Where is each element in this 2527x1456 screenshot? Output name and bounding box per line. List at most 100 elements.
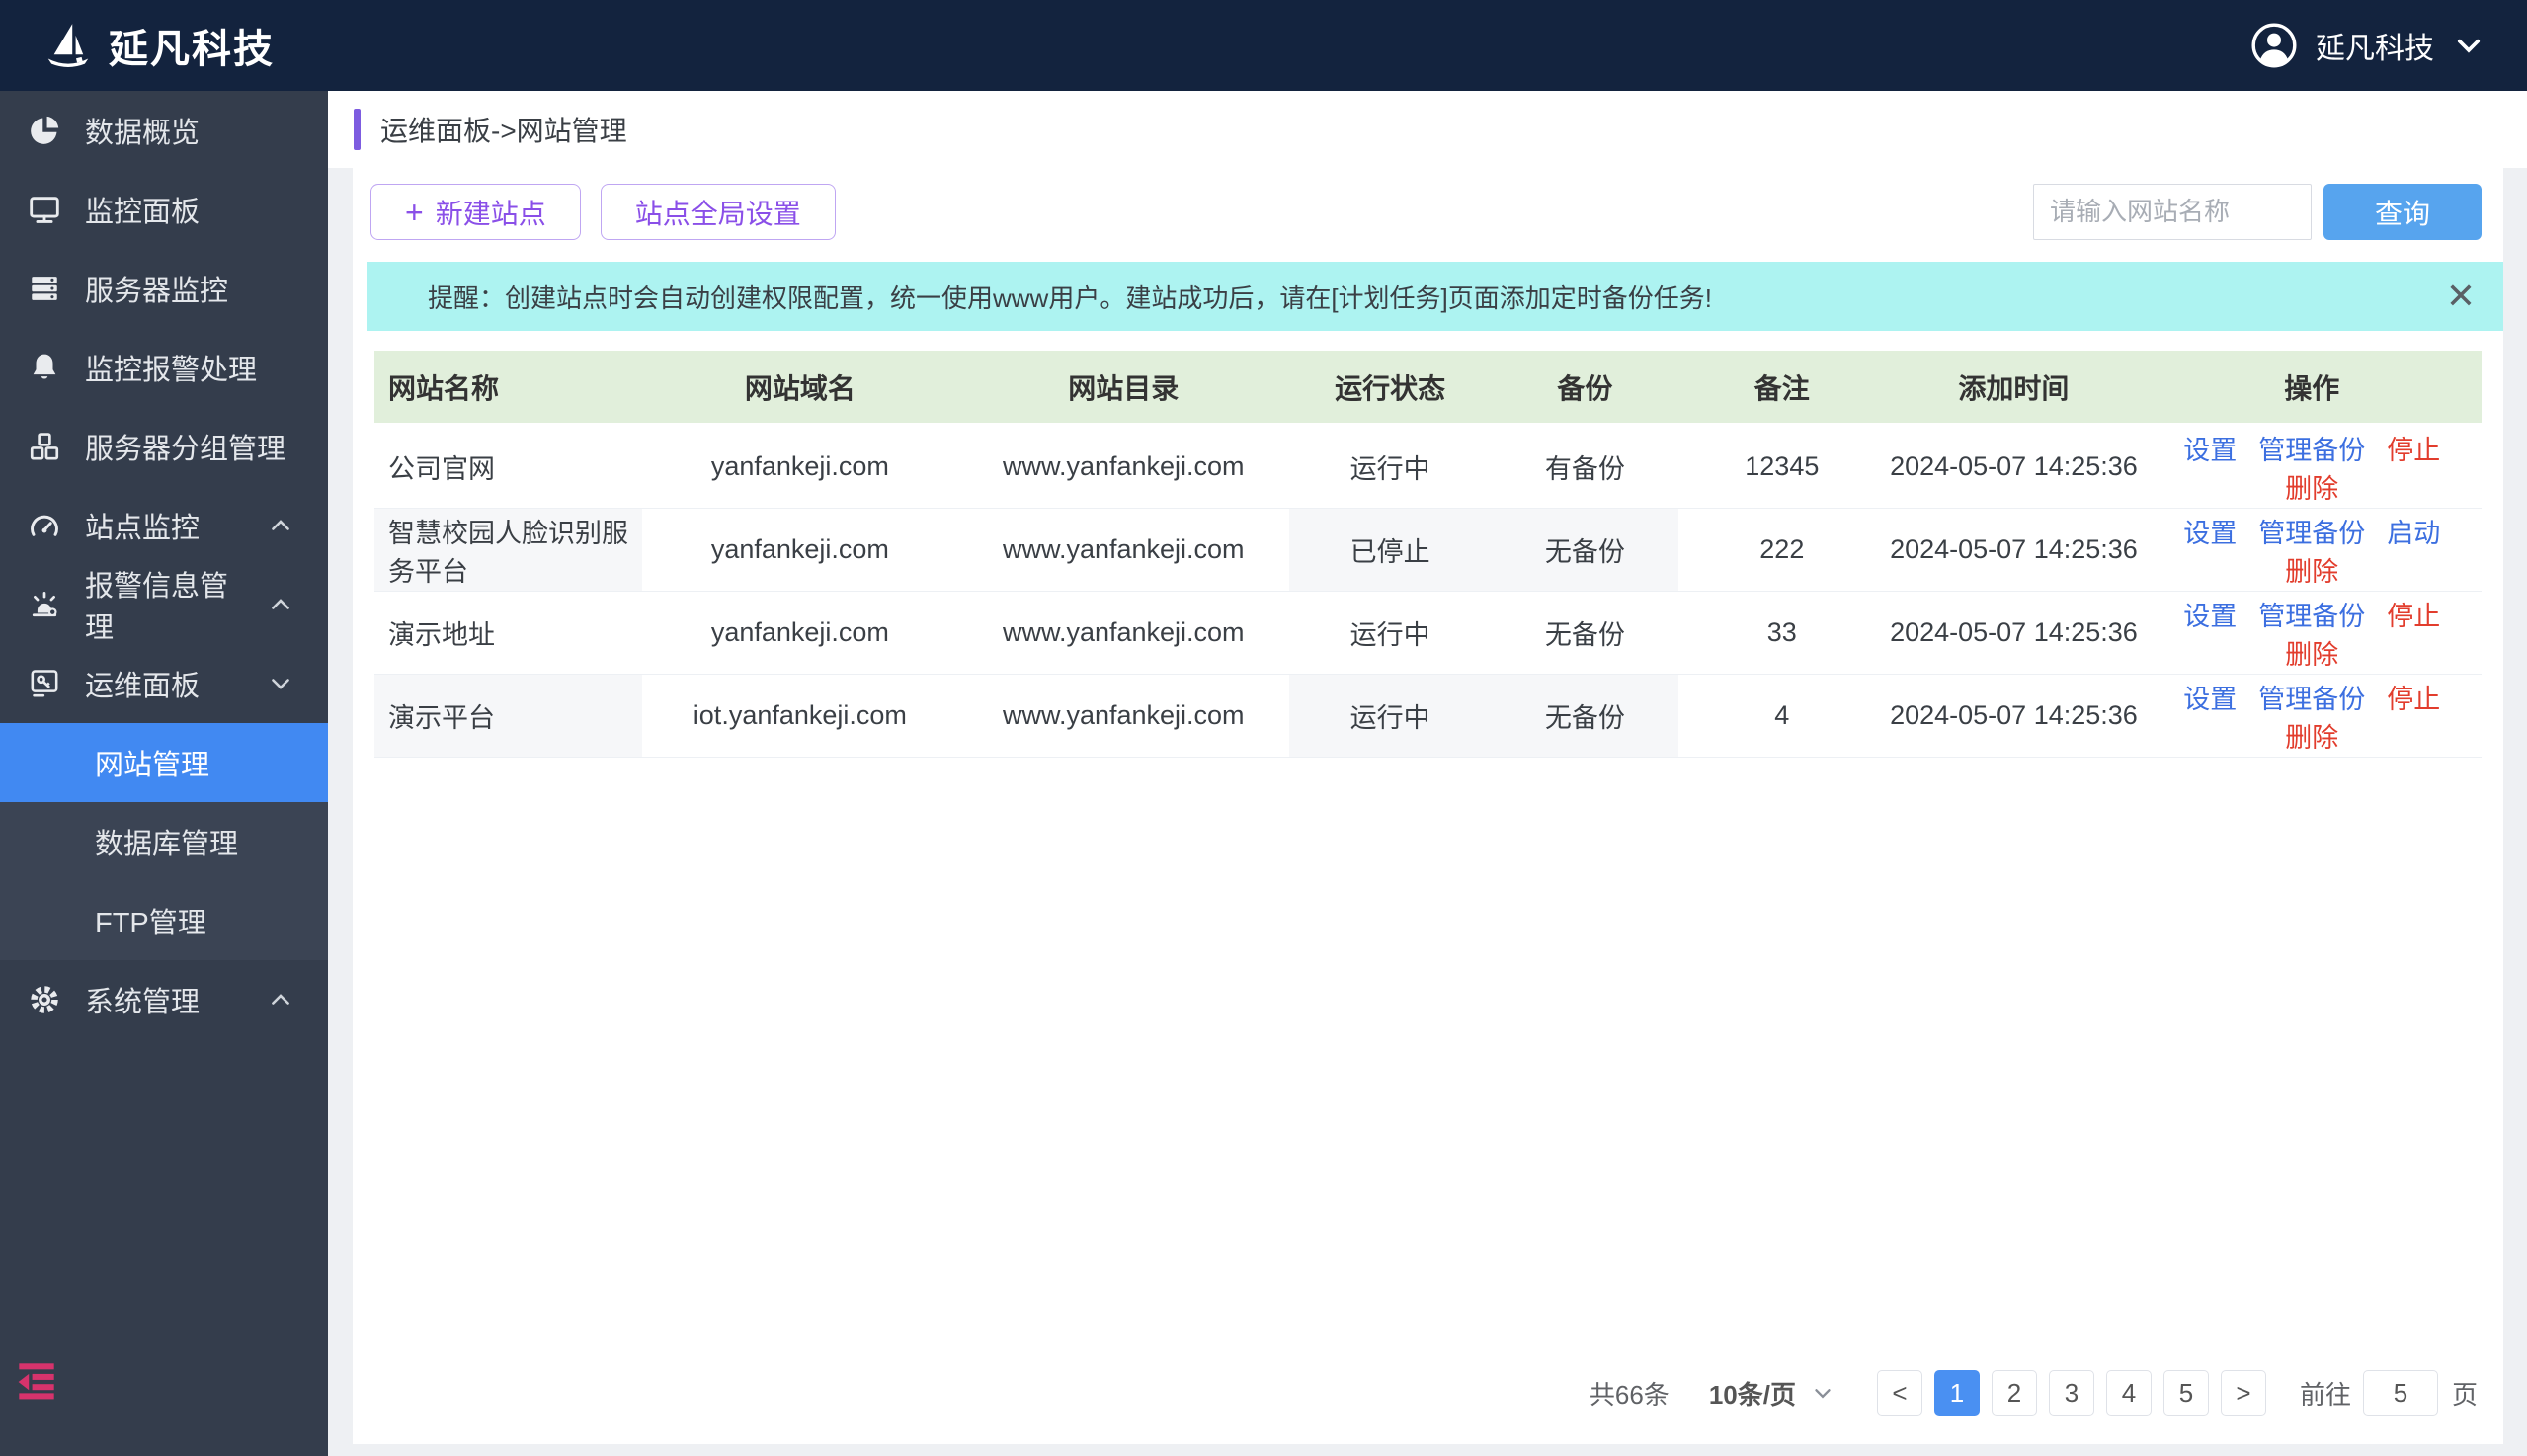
breadcrumb: 运维面板->网站管理 [380, 116, 627, 146]
action-link-删除[interactable]: 删除 [2285, 640, 2338, 670]
action-link-管理备份[interactable]: 管理备份 [2258, 436, 2365, 465]
goto-page-input[interactable] [2362, 1370, 2438, 1416]
cell-added-time: 2024-05-07 14:25:36 [1885, 508, 2143, 592]
action-link-设置[interactable]: 设置 [2183, 436, 2237, 465]
breadcrumb-accent [354, 109, 361, 150]
cell-directory: www.yanfankeji.com [957, 508, 1289, 592]
cell-note: 33 [1678, 591, 1886, 675]
action-link-停止[interactable]: 停止 [2387, 685, 2440, 714]
sidebar-item-label: 系统管理 [85, 987, 201, 1018]
chevron-down-icon [267, 670, 294, 697]
page-button-2[interactable]: 2 [1991, 1370, 2037, 1416]
action-link-设置[interactable]: 设置 [2183, 519, 2237, 548]
cell-domain: iot.yanfankeji.com [641, 674, 958, 758]
server-icon [28, 272, 61, 305]
close-icon[interactable]: ✕ [2446, 279, 2476, 314]
top-header: 延凡科技 延凡科技 [0, 0, 2527, 91]
sidebar-item-label: 监控面板 [85, 197, 201, 228]
sidebar-item-8[interactable]: 运维面板 [0, 644, 328, 723]
sidebar-item-2[interactable]: 监控面板 [0, 170, 328, 249]
search-button[interactable]: 查询 [2323, 184, 2482, 240]
table-row: 公司官网 yanfankeji.com www.yanfankeji.com 运行中有… [374, 424, 2482, 509]
column-header: 备份 [1491, 351, 1679, 426]
prev-page-button[interactable]: < [1876, 1370, 1922, 1416]
next-page-button[interactable]: > [2220, 1370, 2266, 1416]
action-link-停止[interactable]: 停止 [2387, 602, 2440, 631]
action-link-删除[interactable]: 删除 [2285, 474, 2338, 504]
chevron-down-icon [1810, 1380, 1835, 1406]
goto-suffix: 页 [2451, 1379, 2478, 1410]
cell-note: 4 [1678, 674, 1886, 758]
column-header: 备注 [1678, 351, 1886, 426]
sidebar-item-5[interactable]: 服务器分组管理 [0, 407, 328, 486]
page-button-5[interactable]: 5 [2162, 1370, 2209, 1416]
sidebar-item-label: 站点监控 [85, 513, 201, 544]
alarm-light-icon [28, 588, 61, 621]
action-link-管理备份[interactable]: 管理备份 [2258, 685, 2365, 714]
gear-icon [28, 983, 61, 1016]
cell-status: 已停止 [1288, 508, 1492, 592]
sidebar-subitem-FTP管理[interactable]: FTP管理 [0, 881, 328, 960]
sidebar-submenu: 网站管理 数据库管理 FTP管理 [0, 723, 328, 960]
user-menu[interactable]: 延凡科技 [2250, 22, 2486, 69]
cubes-icon [28, 430, 61, 463]
global-settings-button[interactable]: 站点全局设置 [600, 184, 836, 240]
page-button-1[interactable]: 1 [1933, 1370, 1980, 1416]
cell-added-time: 2024-05-07 14:25:36 [1885, 424, 2143, 509]
cell-actions: 设置 管理备份 停止删除 [2142, 591, 2482, 675]
column-header: 操作 [2142, 351, 2482, 426]
bell-icon [28, 351, 61, 384]
cell-note: 12345 [1678, 424, 1886, 509]
sidebar-item-label: 监控报警处理 [85, 355, 258, 386]
cell-site-name: 演示平台 [374, 674, 642, 758]
pagination: 共66条 10条/页 < 12345 > 前往 页 [353, 1370, 2478, 1416]
action-link-设置[interactable]: 设置 [2183, 685, 2237, 714]
breadcrumb-bar: 运维面板->网站管理 [328, 91, 2527, 168]
cell-actions: 设置 管理备份 启动删除 [2142, 508, 2482, 592]
plus-icon: + [405, 194, 424, 230]
sidebar-item-3[interactable]: 服务器监控 [0, 249, 328, 328]
sites-table-wrap: 网站名称 网站域名 网站目录 运行状态 备份 备注 添加时间 操作 公司官网 yanfankej… [374, 351, 2482, 758]
avatar-icon [2250, 22, 2298, 69]
action-link-删除[interactable]: 删除 [2285, 557, 2338, 587]
table-header-row: 网站名称 网站域名 网站目录 运行状态 备份 备注 添加时间 操作 [374, 351, 2482, 426]
cell-backup: 有备份 [1491, 424, 1679, 509]
sidebar-item-6[interactable]: 站点监控 [0, 486, 328, 565]
cell-backup: 无备份 [1491, 591, 1679, 675]
cell-site-name: 公司官网 [374, 424, 642, 509]
action-link-停止[interactable]: 停止 [2387, 436, 2440, 465]
sidebar-subitem-网站管理[interactable]: 网站管理 [0, 723, 328, 802]
action-link-删除[interactable]: 删除 [2285, 723, 2338, 753]
page-size-select[interactable]: 10条/页 [1709, 1375, 1835, 1412]
cell-directory: www.yanfankeji.com [957, 674, 1289, 758]
sidebar-subitem-label: FTP管理 [95, 908, 206, 939]
sidebar-item-1[interactable]: 数据概览 [0, 91, 328, 170]
gauge-icon [28, 509, 61, 542]
content-panel: + 新建站点 站点全局设置 查询 提醒： [353, 168, 2503, 1444]
action-link-启动[interactable]: 启动 [2387, 519, 2440, 548]
new-site-button[interactable]: + 新建站点 [370, 184, 581, 240]
collapse-sidebar-icon[interactable] [14, 1361, 59, 1401]
search-input[interactable] [2033, 184, 2312, 240]
alert-text: 提醒：创建站点时会自动创建权限配置，统一使用www用户。建站成功后，请在[计划任… [428, 283, 1713, 313]
cell-actions: 设置 管理备份 停止删除 [2142, 674, 2482, 758]
new-site-label: 新建站点 [435, 198, 546, 229]
cell-domain: yanfankeji.com [641, 508, 958, 592]
action-link-设置[interactable]: 设置 [2183, 602, 2237, 631]
page-button-4[interactable]: 4 [2105, 1370, 2152, 1416]
brand: 延凡科技 [41, 17, 275, 74]
chevron-down-icon [2452, 29, 2486, 62]
sidebar-item-label: 运维面板 [85, 671, 201, 702]
table-row: 智慧校园人脸识别服务平台 yanfankeji.com www.yanfankeji… [374, 508, 2482, 592]
cell-status: 运行中 [1288, 424, 1492, 509]
sidebar-subitem-数据库管理[interactable]: 数据库管理 [0, 802, 328, 881]
action-link-管理备份[interactable]: 管理备份 [2258, 519, 2365, 548]
sidebar: 数据概览监控面板服务器监控监控报警处理服务器分组管理站点监控报警信息管理运维面板… [0, 91, 328, 1456]
chevron-up-icon [267, 512, 294, 539]
cell-site-name: 演示地址 [374, 591, 642, 675]
page-button-3[interactable]: 3 [2048, 1370, 2094, 1416]
sidebar-item-4[interactable]: 监控报警处理 [0, 328, 328, 407]
sidebar-item-9[interactable]: 系统管理 [0, 960, 328, 1039]
action-link-管理备份[interactable]: 管理备份 [2258, 602, 2365, 631]
sidebar-item-7[interactable]: 报警信息管理 [0, 565, 328, 644]
